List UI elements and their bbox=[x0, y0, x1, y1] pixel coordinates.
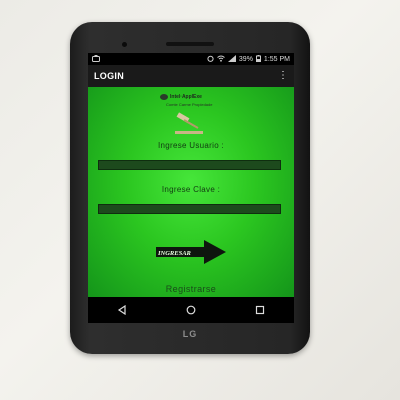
device-brand-logo: LG bbox=[182, 329, 198, 339]
app-logo: Intel·ApplExe Comte Carme Propiedade bbox=[156, 94, 228, 112]
wifi-icon bbox=[217, 55, 225, 64]
battery-percent: 39% bbox=[238, 55, 253, 63]
earpiece-speaker bbox=[166, 42, 214, 46]
signal-icon bbox=[227, 54, 236, 64]
recents-icon[interactable] bbox=[250, 300, 270, 320]
home-icon[interactable] bbox=[181, 300, 201, 320]
user-label: Ingrese Usuario : bbox=[157, 141, 225, 150]
logo-subtitle: Comte Carme Propiedade bbox=[166, 102, 213, 107]
logo-mark-icon bbox=[160, 94, 168, 100]
status-time: 1:55 PM bbox=[263, 55, 290, 63]
logo-title: Intel·ApplExe bbox=[170, 94, 202, 100]
more-vert-icon[interactable]: ⋮ bbox=[278, 71, 288, 81]
navigation-bar bbox=[88, 297, 294, 323]
back-icon[interactable] bbox=[112, 300, 132, 320]
app-bar: LOGIN ⋮ bbox=[88, 65, 294, 87]
battery-icon bbox=[255, 54, 261, 64]
phone-screen: 39% 1:55 PM LOGIN ⋮ Intel·ApplExe Comte … bbox=[88, 53, 294, 323]
arrow-right-icon: INGRESAR bbox=[156, 240, 226, 264]
password-label: Ingrese Clave : bbox=[161, 185, 221, 194]
password-input[interactable] bbox=[98, 204, 281, 214]
app-bar-title: LOGIN bbox=[94, 71, 124, 81]
phone-device: 39% 1:55 PM LOGIN ⋮ Intel·ApplExe Comte … bbox=[70, 22, 310, 354]
front-camera-icon bbox=[122, 42, 127, 47]
ingresar-button[interactable]: INGRESAR bbox=[154, 238, 228, 266]
status-bar: 39% 1:55 PM bbox=[88, 53, 294, 65]
user-input[interactable] bbox=[98, 160, 281, 170]
ingresar-label: INGRESAR bbox=[157, 250, 192, 257]
alarm-icon bbox=[207, 55, 214, 64]
notification-icon bbox=[92, 54, 100, 64]
login-content: Intel·ApplExe Comte Carme Propiedade Ing… bbox=[88, 87, 294, 297]
status-icons: 39% 1:55 PM bbox=[207, 54, 290, 64]
gavel-icon bbox=[175, 112, 203, 134]
register-link[interactable]: Registrarse bbox=[88, 284, 294, 294]
